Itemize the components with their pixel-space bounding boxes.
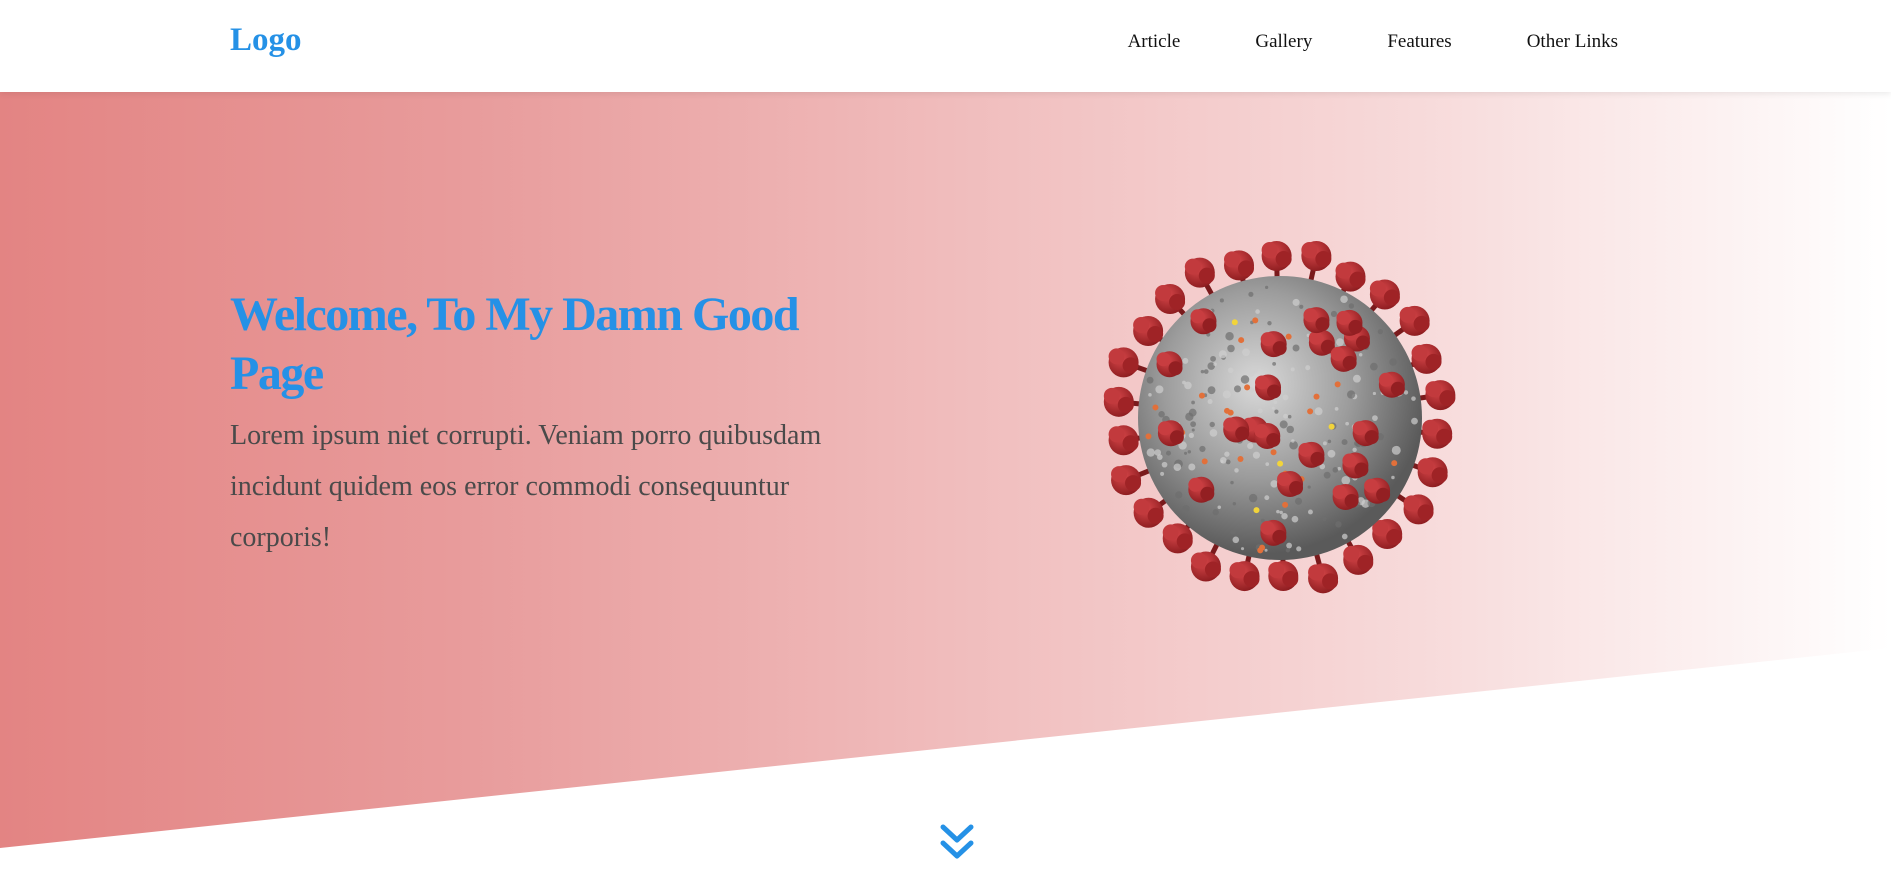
nav-link-gallery[interactable]: Gallery	[1255, 31, 1312, 53]
nav-link-article[interactable]: Article	[1128, 31, 1181, 53]
top-navbar: Logo Article Gallery Features Other Link…	[0, 0, 1891, 92]
page: Logo Article Gallery Features Other Link…	[0, 0, 1891, 886]
main-nav: Article Gallery Features Other Links	[1128, 31, 1618, 53]
hero-title: Welcome, To My Damn Good Page	[230, 288, 800, 400]
coronavirus-image	[1103, 241, 1456, 594]
double-chevron-down-icon[interactable]	[939, 823, 975, 863]
logo[interactable]: Logo	[230, 22, 302, 59]
hero-description: Lorem ipsum niet corrupti. Veniam porro …	[230, 420, 822, 553]
nav-link-other-links[interactable]: Other Links	[1527, 31, 1618, 53]
nav-link-features[interactable]: Features	[1387, 31, 1451, 53]
